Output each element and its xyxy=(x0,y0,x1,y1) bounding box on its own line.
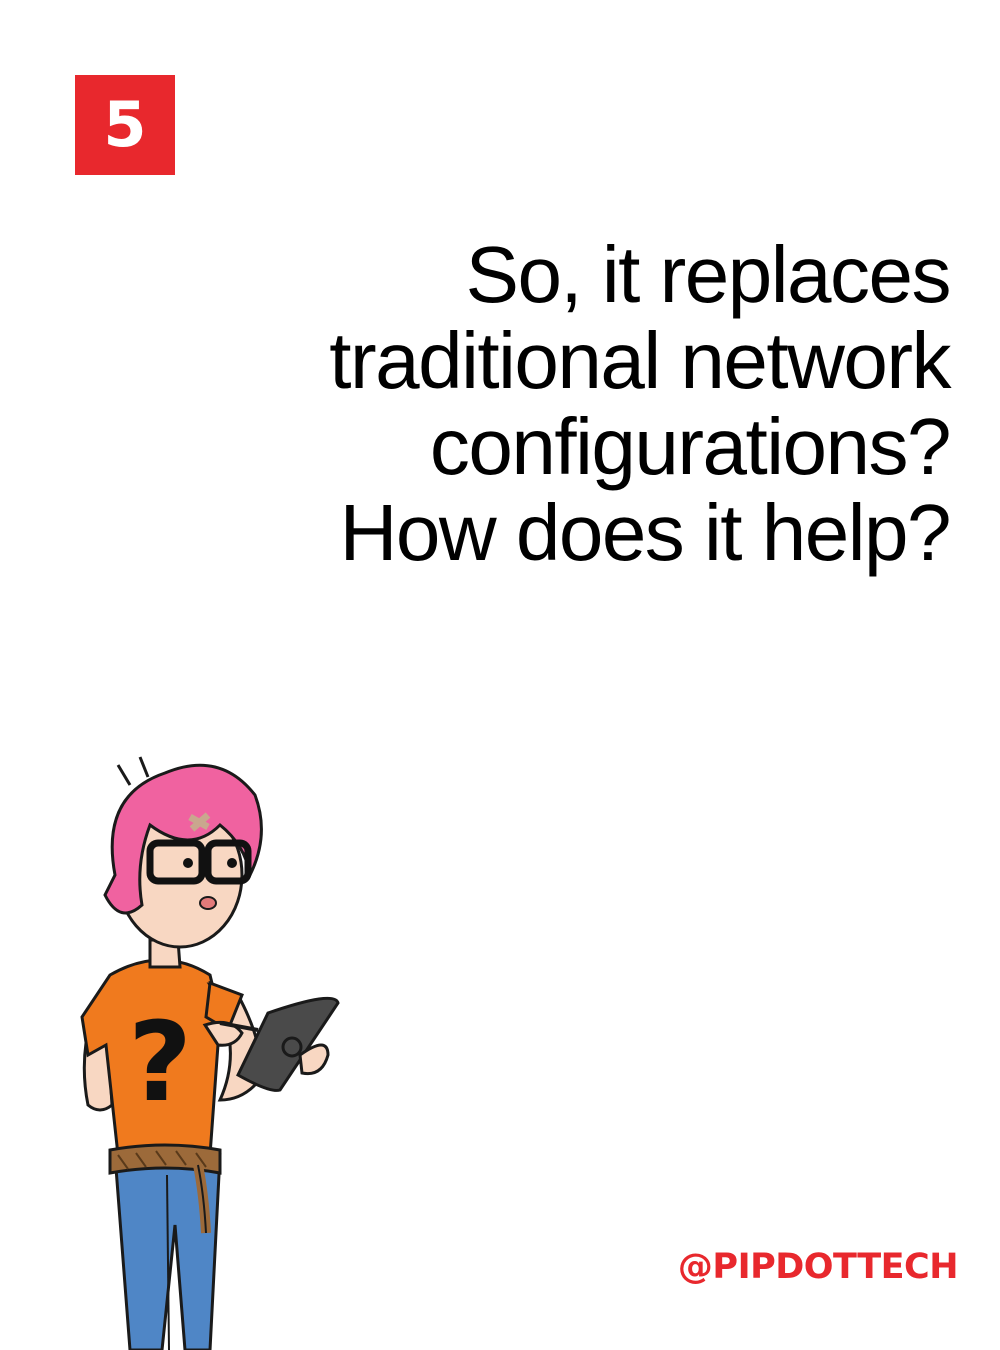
question-line-2: traditional network xyxy=(329,316,951,405)
question-line-3: configurations? xyxy=(429,402,952,491)
character-illustration: ? xyxy=(80,756,340,1350)
brand-handle: @PIPDOTTECH xyxy=(677,1247,959,1287)
shirt-question-mark: ? xyxy=(128,998,192,1126)
question-text: So, it replaces traditional network conf… xyxy=(190,230,952,577)
slide-number-badge: 5 xyxy=(75,75,175,175)
question-line-4: How does it help? xyxy=(339,488,952,577)
slide-number: 5 xyxy=(103,88,147,161)
question-line-1: So, it replaces xyxy=(465,230,952,319)
